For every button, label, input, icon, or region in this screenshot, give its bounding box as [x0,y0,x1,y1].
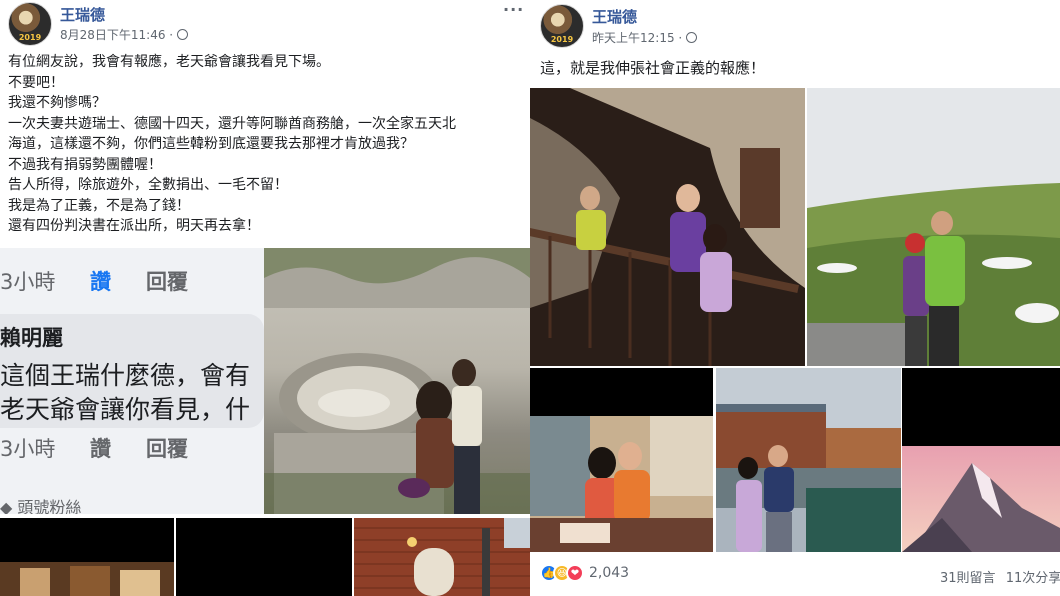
top-fan-badge: ◆ 頭號粉絲 [0,494,81,514]
post-text: 有位網友說，我會有報應，老天爺會讓我看見下場。 不要吧！ 我還不夠慘嗎？ 一次夫… [8,52,528,237]
comment-screenshot: 3小時 讚 回覆 賴明麗 這個王瑞什麼德，會有 老天爺會讓你看見，什 3小時 讚… [0,248,264,514]
post-timestamp[interactable]: 昨天上午12:15 · [592,29,698,46]
shares-count[interactable]: 11次分享 [1006,571,1060,586]
post-text-line: 一次夫妻共遊瑞士、德國十四天，還升等阿聯酋商務艙，一次全家五天北 [8,115,456,132]
photo-dark[interactable] [176,518,352,596]
photo-illustration [807,88,1060,366]
photo-illustration [530,416,713,552]
comment-reply-link[interactable]: 回覆 [146,266,188,296]
post-text-line: 有位網友說，我會有報應，老天爺會讓我看見下場。 [8,54,330,70]
more-options-icon[interactable]: ··· [503,0,524,19]
diamond-icon: ◆ [0,498,13,514]
photo-illustration [902,446,1060,552]
photo-restaurant[interactable] [0,518,174,596]
reaction-summary[interactable]: 👍 😆 ❤ 2,043 [540,564,629,582]
author-name[interactable]: 王瑞德 [592,6,637,27]
comment-text-line: 老天爺會讓你看見，什 [0,395,251,424]
comments-count[interactable]: 31則留言 [940,571,996,586]
post-text-line: 還有四份判決書在派出所，明天再去拿！ [8,218,260,234]
post-right: 2019 王瑞德 昨天上午12:15 · 這，就是我伸張社會正義的報應！ 👍 😆… [530,0,1060,596]
post-text: 這，就是我伸張社會正義的報應！ [540,58,1060,79]
post-text-line: 我是為了正義，不是為了錢！ [8,197,190,214]
comment-time: 3小時 [0,437,56,461]
photo-brick-building[interactable] [354,518,530,596]
post-text-line: 不過我有捐弱勢團體喔！ [8,156,162,173]
photo-illustration [716,368,901,552]
love-reaction-icon: ❤ [566,564,584,582]
photo-matterhorn[interactable] [902,368,1060,552]
photo-lion-monument[interactable] [264,248,530,514]
post-timestamp[interactable]: 8月28日下午11:46 · [60,26,189,43]
comment-text-line: 這個王瑞什麼德，會有 [0,361,251,390]
post-text-line: 這，就是我伸張社會正義的報應！ [540,59,766,77]
photo-train-dining[interactable] [530,368,713,552]
reaction-count: 2,043 [589,565,630,581]
post-text-line: 告人所得，除旅遊外，全數捐出、一毛不留！ [8,177,288,193]
post-left: 2019 王瑞德 8月28日下午11:46 · ··· 有位網友說，我會有報應，… [0,0,530,596]
photo-illustration [0,562,174,596]
post-text-line: 海道，這樣還不夠，你們這些韓粉到底還要我去那裡才肯放過我？ [8,136,414,152]
photo-hillside[interactable] [807,88,1060,366]
photo-illustration [264,248,530,514]
commenter-name[interactable]: 賴明麗 [0,322,63,352]
engagement-stats: 31則留言 11次分享 [940,567,1060,586]
author-avatar[interactable]: 2019 [540,4,584,48]
globe-icon [686,32,698,43]
photo-illustration [354,518,530,596]
photo-canal[interactable] [716,368,901,552]
comment-reply-link[interactable]: 回覆 [146,433,188,463]
photo-illustration [530,88,805,366]
author-avatar[interactable]: 2019 [8,2,52,46]
comment-like-link[interactable]: 讚 [90,433,111,463]
author-name[interactable]: 王瑞德 [60,4,105,25]
comment-time: 3小時 [0,270,56,294]
photo-cave-stairs[interactable] [530,88,805,366]
globe-icon [177,29,189,40]
post-text-line: 我還不夠慘嗎？ [8,95,106,111]
post-text-line: 不要吧！ [8,74,64,91]
comment-like-link[interactable]: 讚 [90,266,111,296]
